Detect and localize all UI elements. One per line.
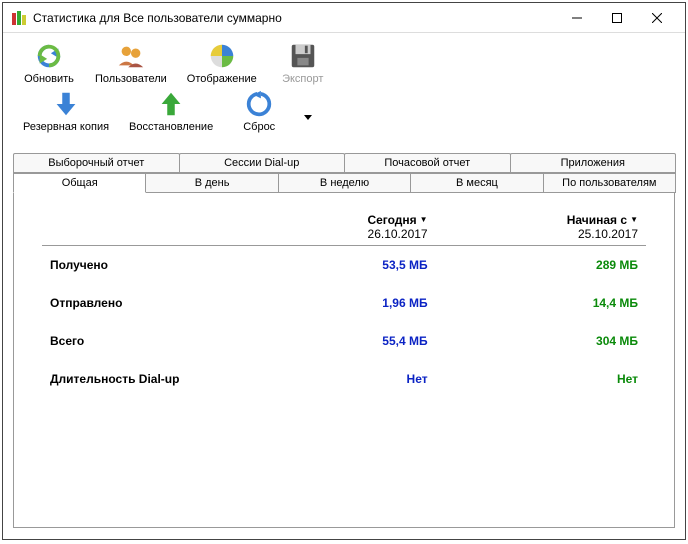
users-icon [116, 41, 146, 71]
total-today: 55,4 МБ [252, 322, 436, 360]
toolbar-row-2: Резервная копия Восстановление Сброс [13, 87, 675, 147]
upload-arrow-icon [156, 89, 186, 119]
window-title: Статистика для Все пользователи суммарно [33, 11, 557, 25]
display-button[interactable]: Отображение [177, 39, 267, 87]
app-window: Статистика для Все пользователи суммарно… [2, 2, 686, 540]
col-since-date: 25.10.2017 [436, 227, 646, 246]
tab-selective-report[interactable]: Выборочный отчет [13, 153, 180, 173]
refresh-label: Обновить [24, 73, 74, 85]
backup-label: Резервная копия [23, 121, 109, 133]
tab-per-week[interactable]: В неделю [278, 173, 411, 193]
download-arrow-icon [51, 89, 81, 119]
users-button[interactable]: Пользователи [85, 39, 177, 87]
tab-dialup-sessions[interactable]: Сессии Dial-up [179, 153, 346, 173]
reset-button[interactable]: Сброс [223, 87, 295, 135]
dropdown-icon: ▼ [630, 215, 638, 224]
users-label: Пользователи [95, 73, 167, 85]
dropdown-icon: ▼ [420, 215, 428, 224]
received-today: 53,5 МБ [252, 246, 436, 285]
save-icon [288, 41, 318, 71]
toolbar-row-1: Обновить Пользователи Отображение Экспор… [13, 39, 675, 87]
restore-label: Восстановление [129, 121, 213, 133]
restore-button[interactable]: Восстановление [119, 87, 223, 135]
tabs: Выборочный отчет Сессии Dial-up Почасово… [13, 153, 675, 193]
dialup-today: Нет [252, 360, 436, 398]
app-icon [11, 10, 27, 26]
col-today-header[interactable]: Сегодня▼ [252, 211, 436, 227]
stats-table: Сегодня▼ Начиная с▼ 26.10.2017 25.10.201… [42, 211, 646, 398]
dialup-since: Нет [436, 360, 646, 398]
toolbar: Обновить Пользователи Отображение Экспор… [3, 33, 685, 149]
row-sent-label: Отправлено [42, 284, 252, 322]
reset-label: Сброс [243, 121, 275, 133]
titlebar: Статистика для Все пользователи суммарно [3, 3, 685, 33]
received-since: 289 МБ [436, 246, 646, 285]
row-dialup-label: Длительность Dial-up [42, 360, 252, 398]
tab-applications[interactable]: Приложения [510, 153, 677, 173]
display-label: Отображение [187, 73, 257, 85]
tab-general[interactable]: Общая [13, 173, 146, 193]
close-button[interactable] [637, 4, 677, 32]
col-today-date: 26.10.2017 [252, 227, 436, 246]
total-since: 304 МБ [436, 322, 646, 360]
row-received-label: Получено [42, 246, 252, 285]
sent-today: 1,96 МБ [252, 284, 436, 322]
tab-row-top: Выборочный отчет Сессии Dial-up Почасово… [13, 153, 675, 173]
display-icon [207, 41, 237, 71]
maximize-button[interactable] [597, 4, 637, 32]
tab-per-day[interactable]: В день [145, 173, 278, 193]
refresh-button[interactable]: Обновить [13, 39, 85, 87]
reset-icon [244, 89, 274, 119]
sent-since: 14,4 МБ [436, 284, 646, 322]
toolbar-overflow[interactable] [299, 87, 317, 147]
tab-per-user[interactable]: По пользователям [543, 173, 676, 193]
backup-button[interactable]: Резервная копия [13, 87, 119, 135]
export-button[interactable]: Экспорт [267, 39, 339, 87]
col-since-header[interactable]: Начиная с▼ [436, 211, 646, 227]
stats-panel: Сегодня▼ Начиная с▼ 26.10.2017 25.10.201… [13, 192, 675, 528]
tab-hourly-report[interactable]: Почасовой отчет [344, 153, 511, 173]
export-label: Экспорт [282, 73, 323, 85]
minimize-button[interactable] [557, 4, 597, 32]
tab-per-month[interactable]: В месяц [410, 173, 543, 193]
refresh-icon [34, 41, 64, 71]
row-total-label: Всего [42, 322, 252, 360]
tab-row-bottom: Общая В день В неделю В месяц По пользов… [13, 173, 675, 193]
